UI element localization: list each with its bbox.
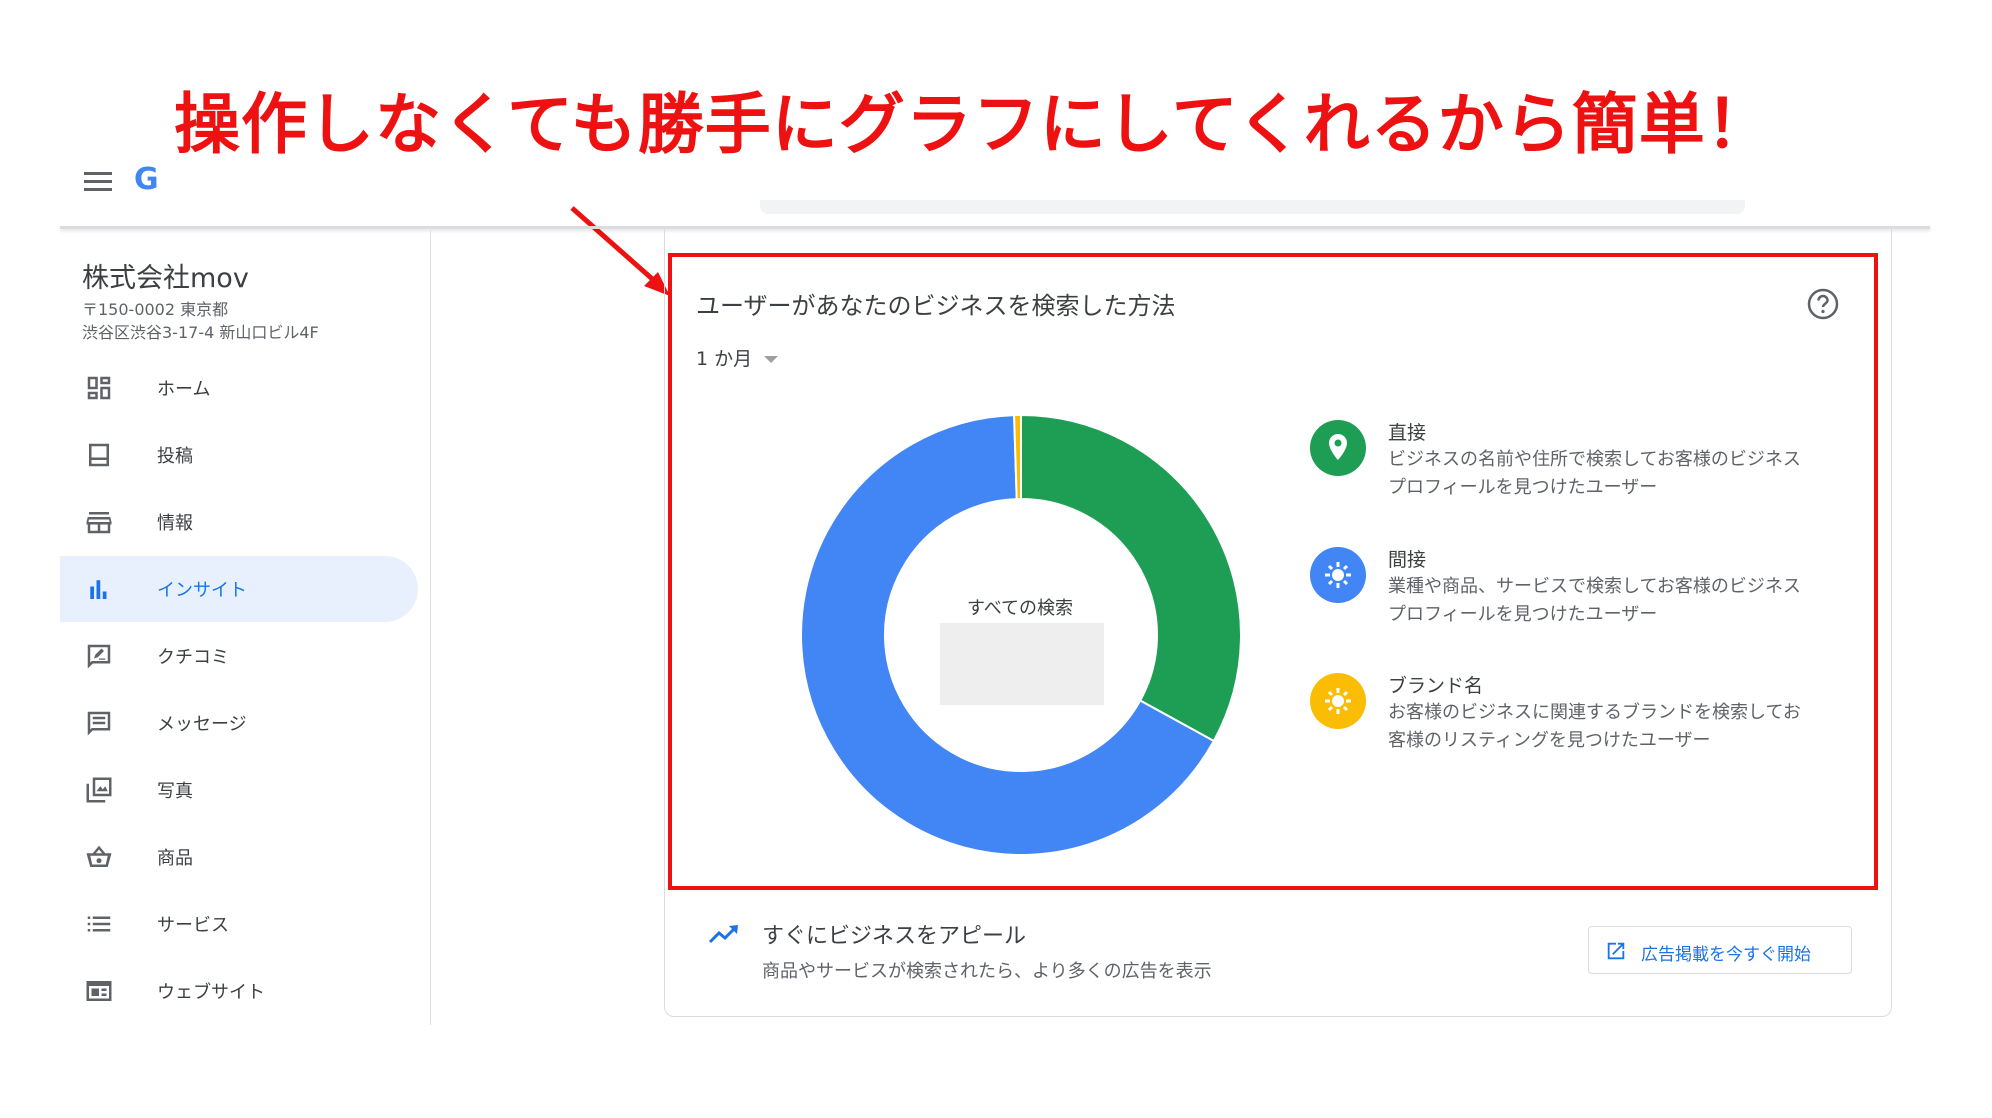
post-icon <box>89 443 109 467</box>
promo-title: すぐにビジネスをアピール <box>762 924 1027 949</box>
trending-up-icon <box>708 925 738 944</box>
sidebar-item-label: ウェブサイト <box>157 982 265 1003</box>
donut-center-label: すべての検索 <box>966 598 1074 619</box>
donut-center-value-placeholder <box>940 623 1104 705</box>
review-icon <box>87 644 111 669</box>
sidebar-item-home[interactable]: ホーム <box>60 355 420 421</box>
legend-desc: 業種や商品、サービスで検索してお客様のビジネス プロフィールを見つけたユーザー <box>1388 576 1801 625</box>
open-in-new-icon <box>1607 942 1625 960</box>
promo-description: 商品やサービスが検索されたら、より多くの広告を表示 <box>762 961 1212 982</box>
search-bar[interactable] <box>760 200 1745 214</box>
period-select-value: 1 か月 <box>696 348 753 370</box>
sidebar-item-label: インサイト <box>157 580 247 601</box>
sidebar-item-reviews[interactable]: クチコミ <box>60 623 420 689</box>
business-address-line2: 渋谷区渋谷3-17-4 新山口ビル4F <box>82 323 319 342</box>
location-pin-icon <box>1310 420 1366 476</box>
legend-title: 直接 <box>1388 422 1427 444</box>
sidebar-item-photos[interactable]: 写真 <box>60 757 420 823</box>
start-ads-button-label: 広告掲載を今すぐ開始 <box>1641 945 1811 965</box>
sidebar-item-label: メッセージ <box>157 714 247 735</box>
sidebar-item-website[interactable]: ウェブサイト <box>60 958 420 1024</box>
sidebar-item-label: 商品 <box>157 848 193 869</box>
sidebar-item-info[interactable]: 情報 <box>60 489 420 555</box>
sidebar-item-label: クチコミ <box>157 647 229 668</box>
spark-icon <box>1310 673 1366 729</box>
help-icon[interactable] <box>1806 287 1840 321</box>
legend-title: ブランド名 <box>1388 675 1484 697</box>
storefront-icon <box>86 512 112 534</box>
sidebar-item-label: 情報 <box>157 513 193 534</box>
website-icon <box>86 981 112 1001</box>
dashboard-icon <box>87 376 111 400</box>
period-select[interactable]: 1 か月 <box>696 344 779 371</box>
sidebar-item-posts[interactable]: 投稿 <box>60 422 420 488</box>
list-icon <box>87 916 111 932</box>
bar-chart-icon <box>90 580 107 599</box>
sidebar-item-messages[interactable]: メッセージ <box>60 690 420 756</box>
google-logo[interactable]: G <box>134 162 159 197</box>
sidebar-item-label: サービス <box>157 915 229 936</box>
sidebar-item-services[interactable]: サービス <box>60 891 420 957</box>
legend-desc: ビジネスの名前や住所で検索してお客様のビジネス プロフィールを見つけたユーザー <box>1388 449 1801 498</box>
business-address-line1: 〒150-0002 東京都 <box>82 300 229 319</box>
sidebar-item-label: ホーム <box>157 379 211 400</box>
spark-icon <box>1310 547 1366 603</box>
start-ads-button[interactable]: 広告掲載を今すぐ開始 <box>1588 926 1852 974</box>
legend-title: 間接 <box>1388 549 1427 571</box>
sidebar-divider <box>430 230 431 1025</box>
sidebar-item-insights[interactable]: インサイト <box>60 556 418 622</box>
annotation-caption: 操作しなくても勝手にグラフにしてくれるから簡単！ <box>174 86 1773 163</box>
chevron-down-icon <box>764 356 779 363</box>
menu-icon[interactable] <box>84 172 112 192</box>
sidebar-item-label: 写真 <box>157 781 193 802</box>
legend-desc: お客様のビジネスに関連するブランドを検索してお客様のリスティングを見つけたユーザ… <box>1388 702 1801 751</box>
sidebar-item-label: 投稿 <box>157 446 193 467</box>
business-name: 株式会社mov <box>82 263 249 294</box>
sidebar-item-products[interactable]: 商品 <box>60 824 420 890</box>
basket-icon <box>86 845 112 867</box>
message-icon <box>87 711 111 736</box>
card-title: ユーザーがあなたのビジネスを検索した方法 <box>696 292 1176 320</box>
annotation-arrow <box>570 206 670 296</box>
photo-icon <box>86 777 112 803</box>
